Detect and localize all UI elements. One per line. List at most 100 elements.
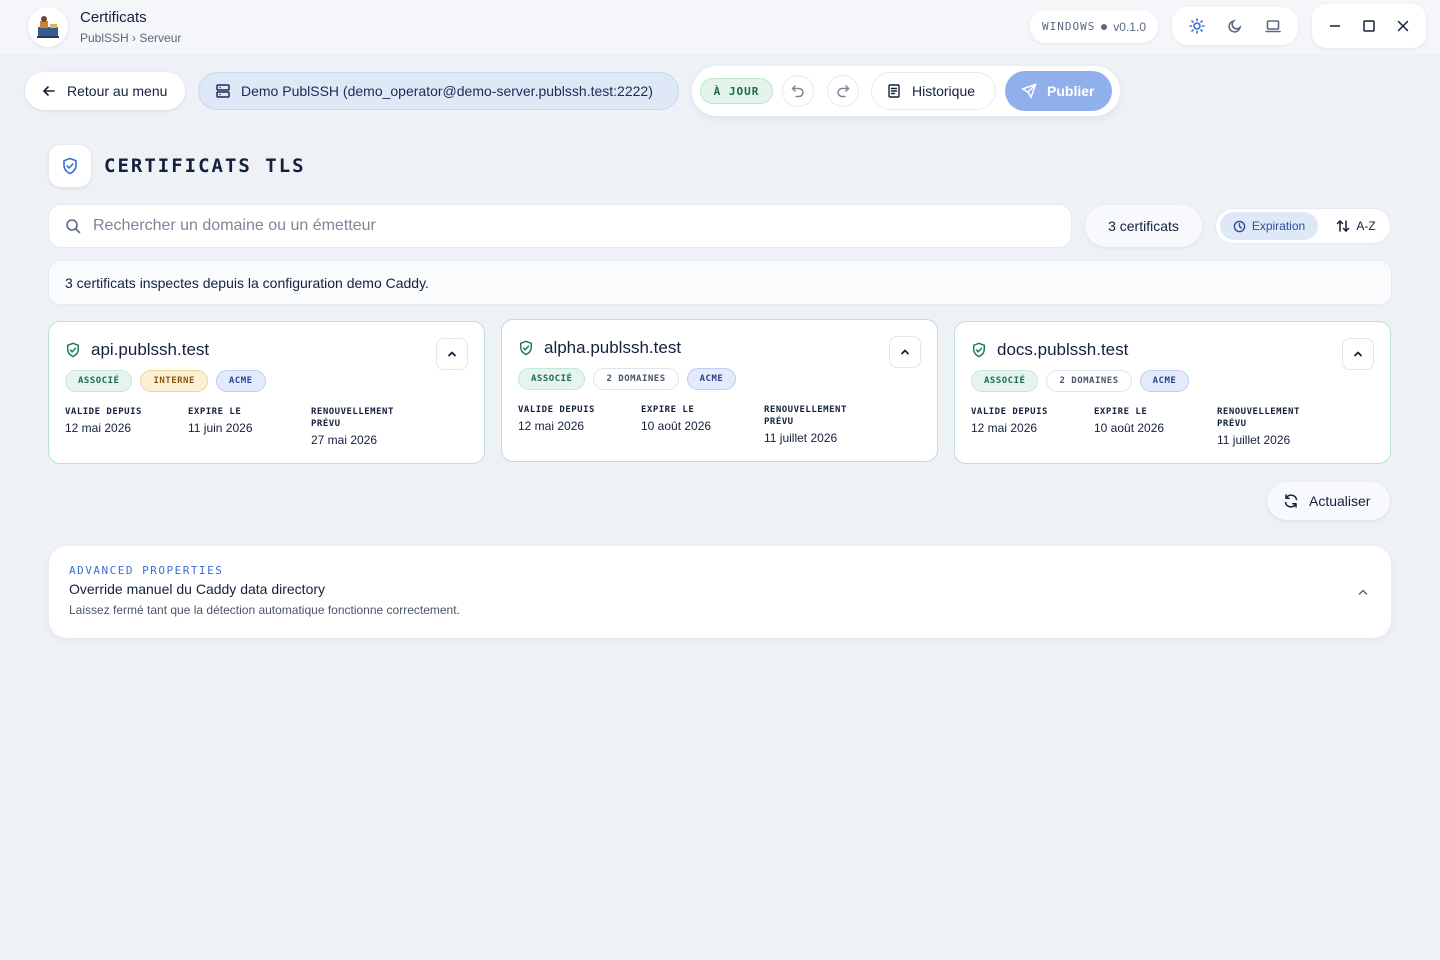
status-badge: ACME xyxy=(1139,370,1190,392)
renewal-value: 11 juillet 2026 xyxy=(1217,433,1291,447)
shield-check-icon xyxy=(519,340,533,356)
valid-from-value: 12 mai 2026 xyxy=(65,421,132,435)
status-badge: ASSOCIÉ xyxy=(971,370,1039,392)
status-badge: ACME xyxy=(686,368,737,390)
status-badge: 2 DOMAINES xyxy=(593,368,679,390)
renewal-value: 27 mai 2026 xyxy=(311,433,378,447)
valid-from-value: 12 mai 2026 xyxy=(971,421,1038,435)
platform-badge: WINDOWS v0.1.0 xyxy=(1030,10,1158,43)
search-input[interactable] xyxy=(93,217,993,235)
server-selector[interactable]: Demo PublSSH (demo_operator@demo-server.… xyxy=(198,72,679,110)
chevron-up-icon xyxy=(1354,351,1362,357)
certificate-tags: ASSOCIÉ 2 DOMAINES ACME xyxy=(971,370,1190,392)
redo-button[interactable] xyxy=(827,75,859,107)
history-label: Historique xyxy=(912,83,976,99)
laptop-icon xyxy=(1265,20,1281,33)
search-icon xyxy=(66,219,81,234)
sort-az-label: A-Z xyxy=(1356,219,1376,233)
minimize-icon xyxy=(1330,25,1340,27)
close-icon xyxy=(1397,20,1409,32)
renewal-label: RENOUVELLEMENT PRÉVU xyxy=(1217,407,1300,429)
refresh-label: Actualiser xyxy=(1309,493,1371,509)
expires-label: EXPIRE LE xyxy=(641,405,695,415)
arrow-left-icon xyxy=(43,86,55,96)
theme-switcher xyxy=(1172,7,1298,45)
publish-label: Publier xyxy=(1047,83,1095,99)
renewal-label: RENOUVELLEMENT PRÉVU xyxy=(311,407,394,429)
inspection-summary: 3 certificats inspectes depuis la config… xyxy=(48,260,1392,305)
sort-by-expiration-button[interactable]: Expiration xyxy=(1220,212,1318,240)
publish-button[interactable]: Publier xyxy=(1005,71,1112,111)
expires-label: EXPIRE LE xyxy=(1094,407,1148,417)
valid-from-label: VALIDE DEPUIS xyxy=(518,405,595,415)
maximize-icon xyxy=(1363,20,1375,32)
shield-check-icon xyxy=(972,342,986,358)
maximize-button[interactable] xyxy=(1355,12,1383,40)
chevron-up-icon xyxy=(901,349,909,355)
chevron-up-icon[interactable] xyxy=(1355,584,1371,600)
sort-alphabetical-button[interactable]: A-Z xyxy=(1327,212,1385,240)
renewal-value: 11 juillet 2026 xyxy=(764,431,838,445)
advanced-description: Laissez fermé tant que la détection auto… xyxy=(69,603,460,617)
version-label: v0.1.0 xyxy=(1113,19,1146,34)
sort-arrows-icon xyxy=(1337,220,1350,232)
clock-icon xyxy=(1233,220,1246,232)
certificate-tags: ASSOCIÉ 2 DOMAINES ACME xyxy=(518,368,737,390)
undo-icon xyxy=(791,85,804,98)
scroll-icon xyxy=(888,84,900,98)
os-label: WINDOWS xyxy=(1042,20,1096,33)
search-box xyxy=(48,204,1072,248)
history-button[interactable]: Historique xyxy=(871,72,996,110)
status-badge: ASSOCIÉ xyxy=(518,368,586,390)
expires-label: EXPIRE LE xyxy=(188,407,242,417)
refresh-icon xyxy=(1284,494,1298,508)
app-logo-icon xyxy=(28,7,68,47)
collapse-card-button[interactable] xyxy=(436,338,468,370)
close-button[interactable] xyxy=(1389,12,1417,40)
window-title: Certificats xyxy=(80,9,147,26)
valid-from-value: 12 mai 2026 xyxy=(518,419,585,433)
sort-expiration-label: Expiration xyxy=(1251,219,1306,233)
shield-check-icon xyxy=(63,157,77,175)
chevron-up-icon xyxy=(448,351,456,357)
certificate-count: 3 certificats xyxy=(1085,205,1202,247)
theme-light-button[interactable] xyxy=(1183,12,1211,40)
certificate-card[interactable]: docs.publssh.test ASSOCIÉ 2 DOMAINES ACM… xyxy=(954,321,1391,464)
theme-system-button[interactable] xyxy=(1259,12,1287,40)
separator-dot-icon xyxy=(1101,23,1108,30)
advanced-eyebrow: ADVANCED PROPERTIES xyxy=(69,564,224,577)
certificate-card[interactable]: alpha.publssh.test ASSOCIÉ 2 DOMAINES AC… xyxy=(501,319,938,462)
status-badge: ACME xyxy=(215,370,266,392)
undo-button[interactable] xyxy=(782,75,814,107)
title-bar: Certificats PublSSH › Serveur WINDOWS v0… xyxy=(0,0,1440,54)
server-label: Demo PublSSH (demo_operator@demo-server.… xyxy=(241,83,653,99)
status-badge: INTERNE xyxy=(140,370,208,392)
collapse-card-button[interactable] xyxy=(889,336,921,368)
collapse-card-button[interactable] xyxy=(1342,338,1374,370)
breadcrumb: PublSSH › Serveur xyxy=(80,31,182,45)
redo-icon xyxy=(837,85,850,98)
moon-icon xyxy=(1228,19,1242,33)
certificate-domain: alpha.publssh.test xyxy=(544,338,682,357)
valid-from-label: VALIDE DEPUIS xyxy=(65,407,142,417)
status-badge: ASSOCIÉ xyxy=(65,370,133,392)
minimize-button[interactable] xyxy=(1321,12,1349,40)
sync-status-badge: À JOUR xyxy=(700,78,773,104)
advanced-properties-panel[interactable]: ADVANCED PROPERTIES Override manuel du C… xyxy=(49,546,1391,638)
back-to-menu-button[interactable]: Retour au menu xyxy=(25,72,185,110)
refresh-button[interactable]: Actualiser xyxy=(1267,482,1390,520)
valid-from-label: VALIDE DEPUIS xyxy=(971,407,1048,417)
shield-check-icon xyxy=(66,342,80,358)
certificate-domain: api.publssh.test xyxy=(91,340,210,359)
expires-value: 10 août 2026 xyxy=(641,419,712,433)
status-badge: 2 DOMAINES xyxy=(1046,370,1132,392)
renewal-label: RENOUVELLEMENT PRÉVU xyxy=(764,405,847,427)
expires-value: 11 juin 2026 xyxy=(188,421,253,435)
theme-dark-button[interactable] xyxy=(1221,12,1249,40)
inspection-summary-text: 3 certificats inspectes depuis la config… xyxy=(65,274,429,291)
advanced-title: Override manuel du Caddy data directory xyxy=(69,581,326,597)
back-to-menu-label: Retour au menu xyxy=(67,83,168,99)
server-icon xyxy=(216,84,230,98)
certificate-card[interactable]: api.publssh.test ASSOCIÉ INTERNE ACME VA… xyxy=(48,321,485,464)
send-icon xyxy=(1021,83,1037,99)
